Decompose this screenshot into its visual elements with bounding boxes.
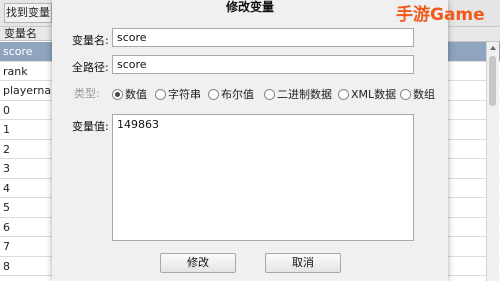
- column-header-right: [448, 27, 500, 42]
- find-variable-button[interactable]: 找到变量: [4, 3, 52, 23]
- list-item[interactable]: 0: [0, 101, 52, 120]
- list-item[interactable]: 2: [0, 140, 52, 159]
- list-item[interactable]: 8: [0, 257, 52, 276]
- variable-name-label: 变量名:: [72, 34, 109, 47]
- list-item[interactable]: 1: [0, 120, 52, 140]
- type-option-label: 字符串: [168, 88, 201, 101]
- list-item[interactable]: rank: [0, 62, 52, 81]
- variable-name-field[interactable]: score: [112, 28, 414, 47]
- list-item[interactable]: playername: [0, 81, 52, 101]
- list-item[interactable]: 3: [0, 159, 52, 179]
- radio-unchecked-icon: [208, 88, 219, 100]
- variable-value-textarea[interactable]: 149863: [112, 114, 414, 241]
- type-radio-number[interactable]: 数值: [112, 87, 147, 101]
- type-radio-xml[interactable]: XML数据: [338, 87, 396, 101]
- scroll-up-arrow-icon[interactable]: [487, 42, 499, 54]
- type-option-label: 二进制数据: [277, 88, 332, 101]
- full-path-field[interactable]: score: [112, 55, 414, 74]
- variable-value-label: 变量值:: [72, 120, 109, 133]
- radio-unchecked-icon: [155, 88, 166, 100]
- radio-unchecked-icon: [338, 88, 349, 100]
- list-item[interactable]: 6: [0, 218, 52, 237]
- dialog-title: 修改变量: [225, 0, 274, 14]
- type-label: 类型:: [74, 87, 100, 100]
- radio-unchecked-icon: [400, 88, 411, 100]
- type-option-label: 数组: [413, 88, 435, 101]
- list-item[interactable]: 5: [0, 198, 52, 218]
- edit-variable-dialog: 修改变量 变量名: score 全路径: score 类型: 数值 字符串 布尔…: [52, 0, 448, 281]
- type-option-label: XML数据: [351, 88, 397, 101]
- type-radio-string[interactable]: 字符串: [155, 87, 201, 101]
- vertical-scrollbar[interactable]: [486, 42, 499, 281]
- column-header-variable-name[interactable]: 变量名: [0, 27, 52, 41]
- type-radio-array[interactable]: 数组: [400, 87, 435, 101]
- modify-button[interactable]: 修改: [160, 253, 236, 273]
- type-option-label: 布尔值: [221, 88, 254, 101]
- cancel-button[interactable]: 取消: [265, 253, 341, 273]
- list-item[interactable]: 7: [0, 237, 52, 257]
- type-radio-boolean[interactable]: 布尔值: [208, 87, 254, 101]
- full-path-label: 全路径:: [72, 61, 109, 74]
- radio-checked-icon: [112, 88, 123, 100]
- list-item[interactable]: 4: [0, 179, 52, 198]
- type-radio-binary[interactable]: 二进制数据: [264, 87, 332, 101]
- watermark-logo: 手游Game: [396, 5, 485, 25]
- radio-unchecked-icon: [264, 88, 275, 100]
- variable-list: score rank playername 0 1 2 3 4 5 6 7 8: [0, 42, 52, 276]
- scroll-thumb[interactable]: [489, 56, 496, 106]
- type-option-label: 数值: [125, 88, 147, 101]
- list-item[interactable]: score: [0, 42, 52, 62]
